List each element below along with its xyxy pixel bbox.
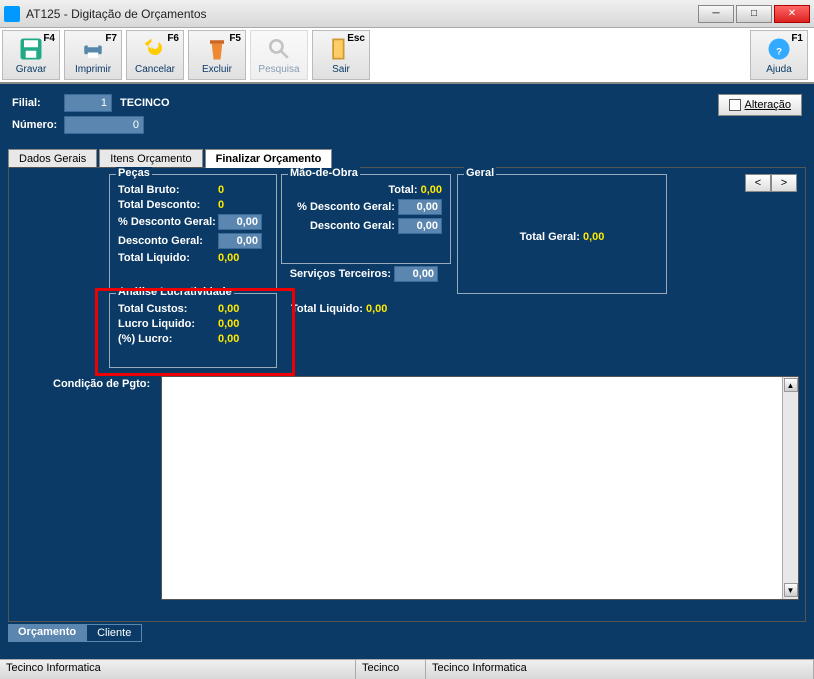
tab-finalizar-orcamento[interactable]: Finalizar Orçamento bbox=[205, 149, 333, 168]
gravar-button[interactable]: F4 Gravar bbox=[2, 30, 60, 80]
status-bar: Tecinco Informatica Tecinco Tecinco Info… bbox=[0, 659, 814, 679]
tab-orcamento[interactable]: Orçamento bbox=[8, 624, 86, 642]
content-panel: < > Peças Total Bruto:0 Total Desconto:0… bbox=[8, 167, 806, 622]
servicos-terceiros-row: Serviços Terceiros: bbox=[281, 266, 438, 282]
tab-cliente[interactable]: Cliente bbox=[86, 624, 142, 642]
filial-name: TECINCO bbox=[120, 97, 170, 109]
status-company2: Tecinco Informatica bbox=[426, 660, 814, 679]
header-area: Filial: TECINCO Número: Alteração bbox=[0, 84, 814, 148]
search-icon bbox=[265, 35, 293, 63]
svg-text:?: ? bbox=[776, 46, 782, 57]
alteracao-button[interactable]: Alteração bbox=[718, 94, 802, 116]
imprimir-button[interactable]: F7 Imprimir bbox=[64, 30, 122, 80]
save-icon bbox=[17, 35, 45, 63]
serv-terceiros-input[interactable] bbox=[394, 266, 438, 282]
ajuda-button[interactable]: F1 ? Ajuda bbox=[750, 30, 808, 80]
numero-label: Número: bbox=[12, 119, 64, 131]
scroll-down-button[interactable]: ▼ bbox=[784, 583, 798, 597]
scroll-up-button[interactable]: ▲ bbox=[784, 378, 798, 392]
window-title: AT125 - Digitação de Orçamentos bbox=[26, 7, 698, 21]
main-tabs: Dados Gerais Itens Orçamento Finalizar O… bbox=[8, 148, 806, 167]
condicao-pgto-label: Condição de Pgto: bbox=[53, 378, 150, 390]
help-icon: ? bbox=[765, 35, 793, 63]
app-icon bbox=[4, 6, 20, 22]
filial-label: Filial: bbox=[12, 97, 64, 109]
scrollbar[interactable]: ▲ ▼ bbox=[782, 377, 798, 599]
numero-input[interactable] bbox=[64, 116, 144, 134]
mao-total-liquido: Total Liquido: 0,00 bbox=[291, 303, 387, 315]
filial-input[interactable] bbox=[64, 94, 112, 112]
mao-pct-desc-input[interactable] bbox=[398, 199, 442, 215]
status-company: Tecinco Informatica bbox=[0, 660, 356, 679]
sair-button[interactable]: Esc Sair bbox=[312, 30, 370, 80]
title-bar: AT125 - Digitação de Orçamentos ─ □ ✕ bbox=[0, 0, 814, 28]
nav-next-button[interactable]: > bbox=[771, 174, 797, 192]
status-short: Tecinco bbox=[356, 660, 426, 679]
maximize-button[interactable]: □ bbox=[736, 5, 772, 23]
toolbar: F4 Gravar F7 Imprimir F6 Cancelar F5 Exc… bbox=[0, 28, 814, 84]
bottom-tabs: Orçamento Cliente bbox=[8, 624, 806, 642]
geral-group: Geral Total Geral: 0,00 bbox=[457, 174, 667, 294]
minimize-button[interactable]: ─ bbox=[698, 5, 734, 23]
mao-de-obra-group: Mão-de-Obra Total: 0,00 % Desconto Geral… bbox=[281, 174, 451, 264]
pecas-desc-geral-input[interactable] bbox=[218, 233, 262, 249]
delete-icon bbox=[203, 35, 231, 63]
close-button[interactable]: ✕ bbox=[774, 5, 810, 23]
cancelar-button[interactable]: F6 Cancelar bbox=[126, 30, 184, 80]
pesquisa-button: Pesquisa bbox=[250, 30, 308, 80]
condicao-pgto-list[interactable]: ▲ ▼ bbox=[161, 376, 799, 600]
undo-icon bbox=[141, 35, 169, 63]
tab-dados-gerais[interactable]: Dados Gerais bbox=[8, 149, 97, 168]
print-icon bbox=[79, 35, 107, 63]
pecas-pct-desc-input[interactable] bbox=[218, 214, 262, 230]
excluir-button[interactable]: F5 Excluir bbox=[188, 30, 246, 80]
analise-lucratividade-group: Análise Lucratividade Total Custos:0,00 … bbox=[109, 293, 277, 368]
tab-itens-orcamento[interactable]: Itens Orçamento bbox=[99, 149, 202, 168]
pecas-group: Peças Total Bruto:0 Total Desconto:0 % D… bbox=[109, 174, 277, 290]
nav-prev-button[interactable]: < bbox=[745, 174, 771, 192]
alteracao-checkbox[interactable] bbox=[729, 99, 741, 111]
mao-desc-geral-input[interactable] bbox=[398, 218, 442, 234]
